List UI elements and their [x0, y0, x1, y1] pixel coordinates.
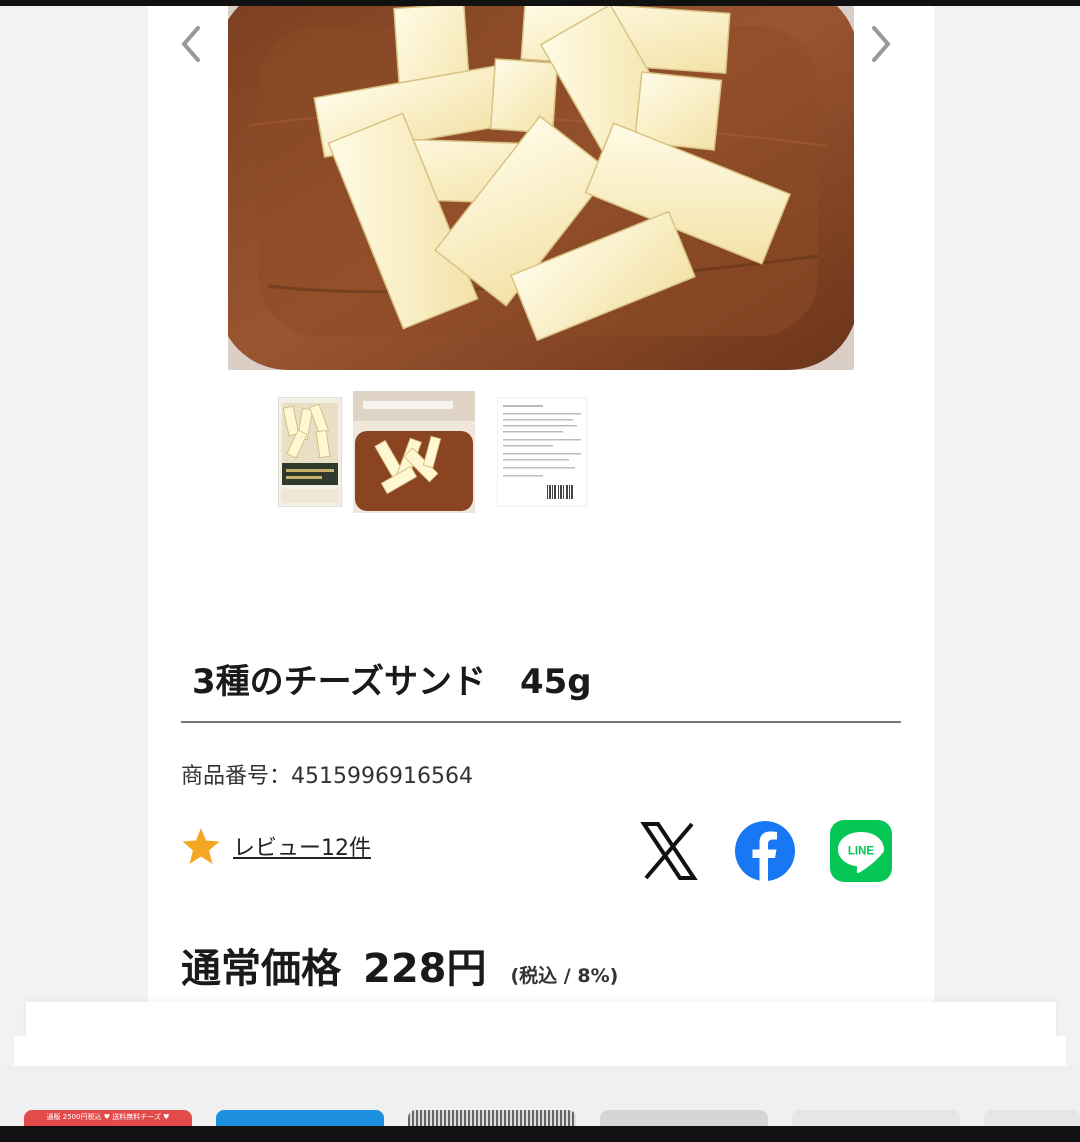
chevron-right-icon	[872, 26, 891, 62]
review-link[interactable]: レビュー12件	[181, 824, 371, 868]
star-icon	[182, 828, 220, 864]
line-logo-text: LINE	[848, 846, 875, 858]
main-product-image	[228, 6, 854, 370]
product-panel: 3種のチーズサンド 45g 商品番号：4515996916564 レビュー12件…	[148, 6, 934, 1006]
thumbnail-plate[interactable]	[352, 390, 476, 514]
line-logo-icon: LINE	[830, 820, 892, 882]
product-sku: 商品番号：4515996916564	[181, 758, 473, 790]
banner-item-1-text: 通販 2500円税込 ♥ 送料無料チーズ ♥	[46, 1113, 170, 1121]
price-row: 通常価格 228円 (税込 / 8%)	[181, 936, 618, 994]
x-logo-icon	[640, 822, 698, 880]
title-divider	[181, 721, 901, 723]
sku-label: 商品番号：	[181, 764, 292, 789]
gallery-prev-button[interactable]	[170, 16, 210, 72]
review-count: レビュー12件	[233, 836, 371, 861]
share-facebook-button[interactable]	[734, 820, 796, 882]
share-x-button[interactable]	[638, 820, 700, 882]
sku-value: 4515996916564	[291, 764, 473, 789]
product-title: 3種のチーズサンド 45g	[192, 662, 592, 702]
chevron-left-icon	[181, 26, 200, 62]
price-label: 通常価格	[181, 946, 341, 992]
navigation-bar-bottom	[0, 1126, 1080, 1142]
thumbnail-label[interactable]	[480, 390, 604, 514]
bottom-sheet-edge	[14, 1036, 1066, 1066]
facebook-logo-icon	[735, 821, 795, 881]
price-value: 228円	[363, 946, 487, 992]
price-tax-note: (税込 / 8%)	[510, 965, 619, 987]
share-line-button[interactable]: LINE	[830, 820, 892, 882]
gallery-next-button[interactable]	[862, 16, 902, 72]
